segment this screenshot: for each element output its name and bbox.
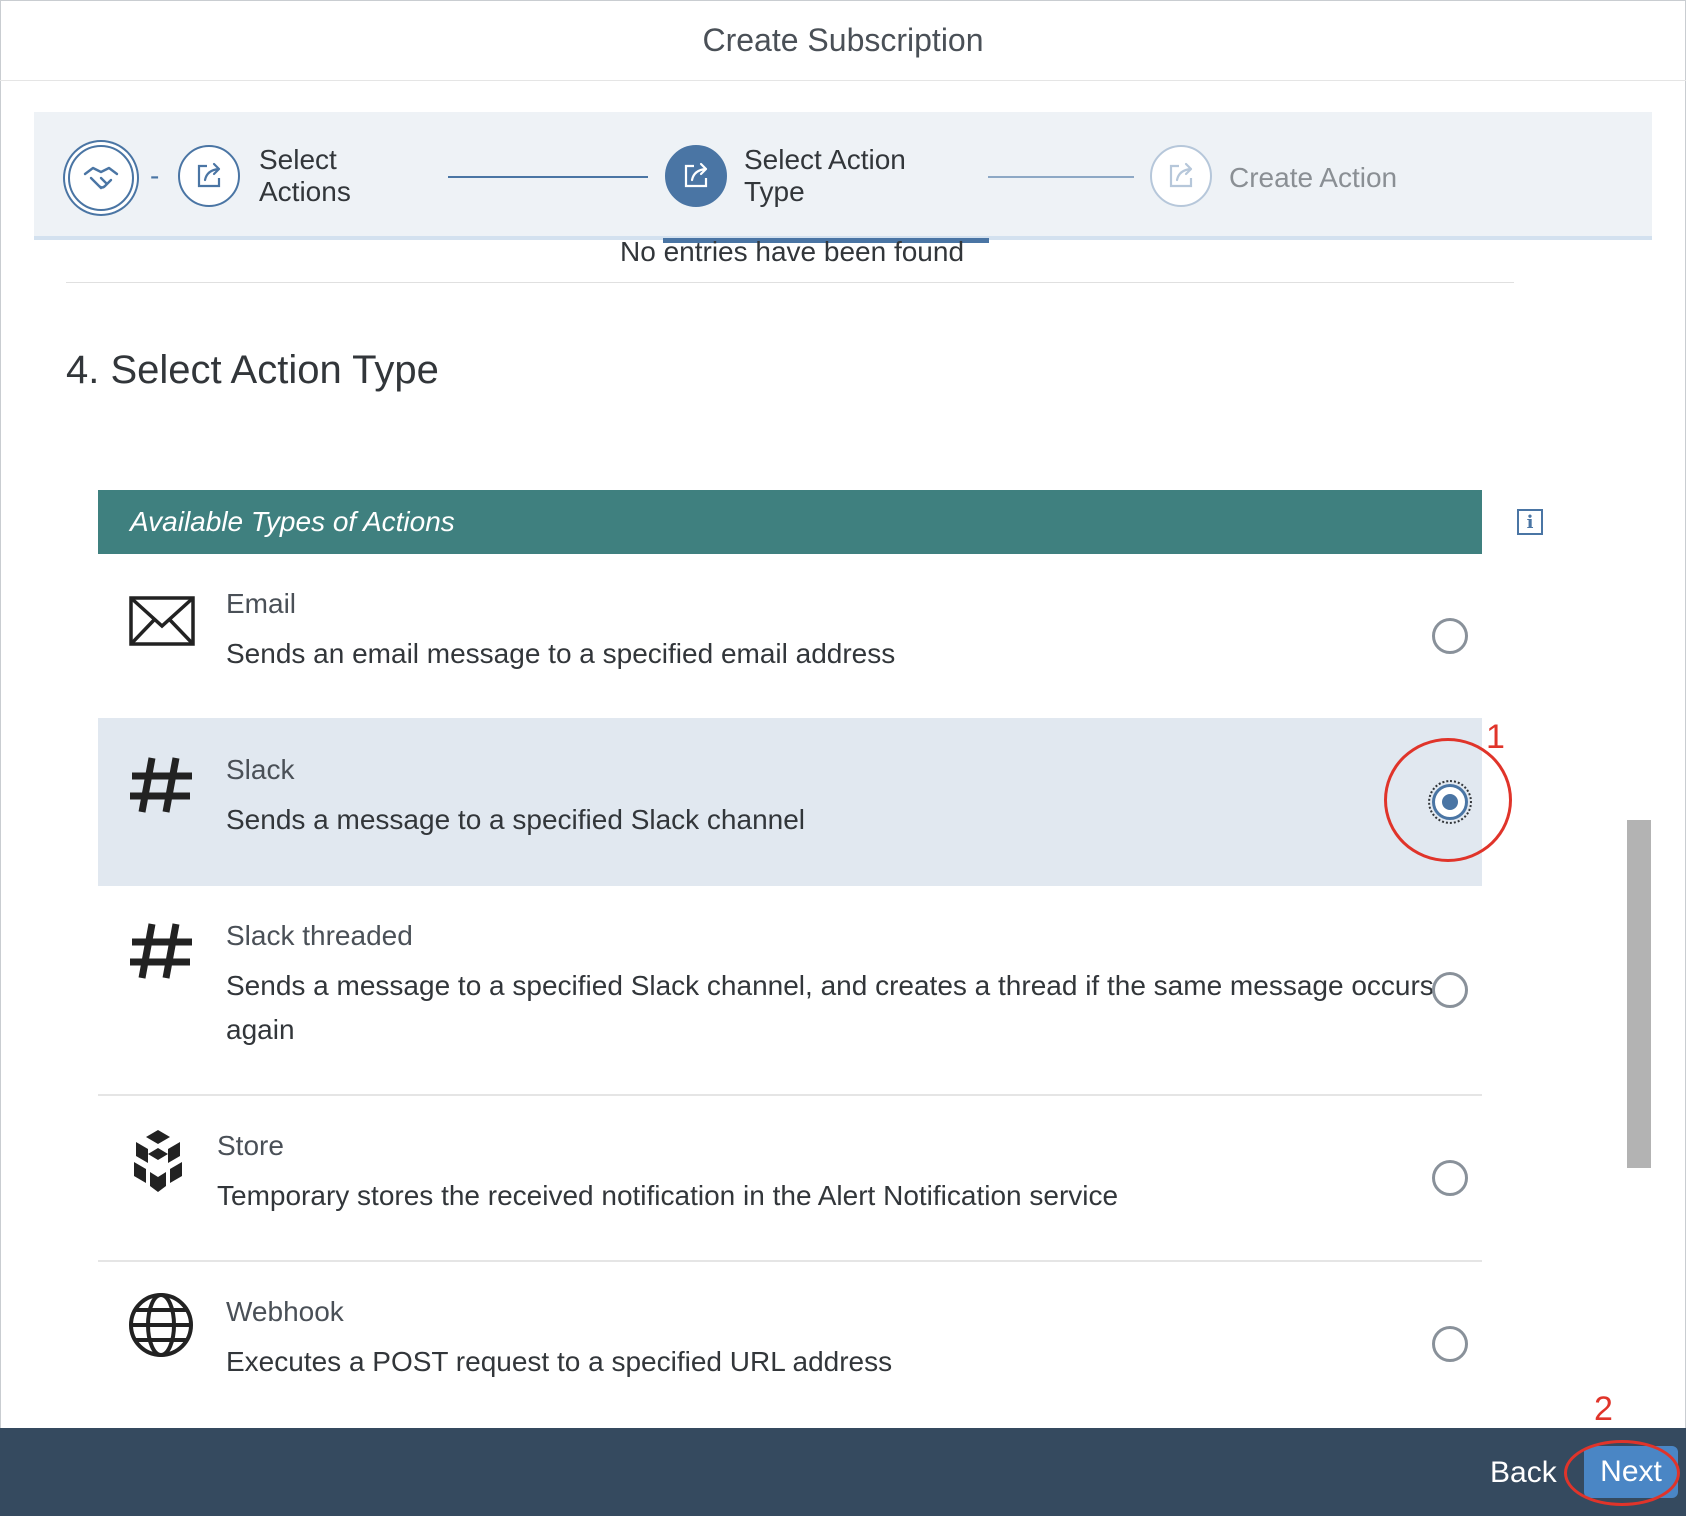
radio-email[interactable] — [1432, 618, 1468, 654]
handshake-icon[interactable] — [68, 145, 134, 211]
row-description: Sends an email message to a specified em… — [226, 638, 896, 669]
section-title: 4. Select Action Type — [66, 348, 439, 392]
annotation-circle-2 — [1564, 1440, 1680, 1506]
info-icon[interactable]: i — [1517, 509, 1543, 535]
dialog-title: Create Subscription — [0, 0, 1686, 81]
step-connector — [448, 176, 648, 178]
step-label-select-action-type[interactable]: Select Action Type — [744, 144, 934, 208]
step-connector — [988, 176, 1134, 178]
share-icon — [1150, 145, 1212, 207]
table-header: Available Types of Actions — [98, 490, 1482, 554]
list-item-slack-threaded[interactable] — [98, 886, 1482, 1094]
scrollbar-thumb[interactable] — [1627, 820, 1651, 1168]
step-separator: - — [150, 160, 160, 191]
annotation-number-2: 2 — [1594, 1390, 1613, 1428]
footer-bar — [0, 1428, 1686, 1516]
divider — [66, 282, 1514, 283]
list-item-webhook[interactable] — [98, 1262, 1482, 1426]
back-button[interactable]: Back — [1490, 1450, 1557, 1496]
list-item-store[interactable] — [98, 1096, 1482, 1260]
no-entries-text: No entries have been found — [620, 236, 965, 267]
step-label-select-actions[interactable]: Select Actions — [259, 144, 379, 208]
envelope-icon — [129, 596, 195, 651]
step-label-create-action: Create Action — [1229, 162, 1398, 193]
share-icon[interactable] — [665, 145, 727, 207]
row-description: Sends a message to a specified Slack cha… — [226, 804, 806, 835]
row-title: Email — [226, 588, 297, 619]
annotation-number-1: 1 — [1486, 718, 1505, 756]
row-title: Slack — [226, 754, 295, 785]
share-icon[interactable] — [178, 145, 240, 207]
hashtag-icon — [128, 756, 194, 819]
